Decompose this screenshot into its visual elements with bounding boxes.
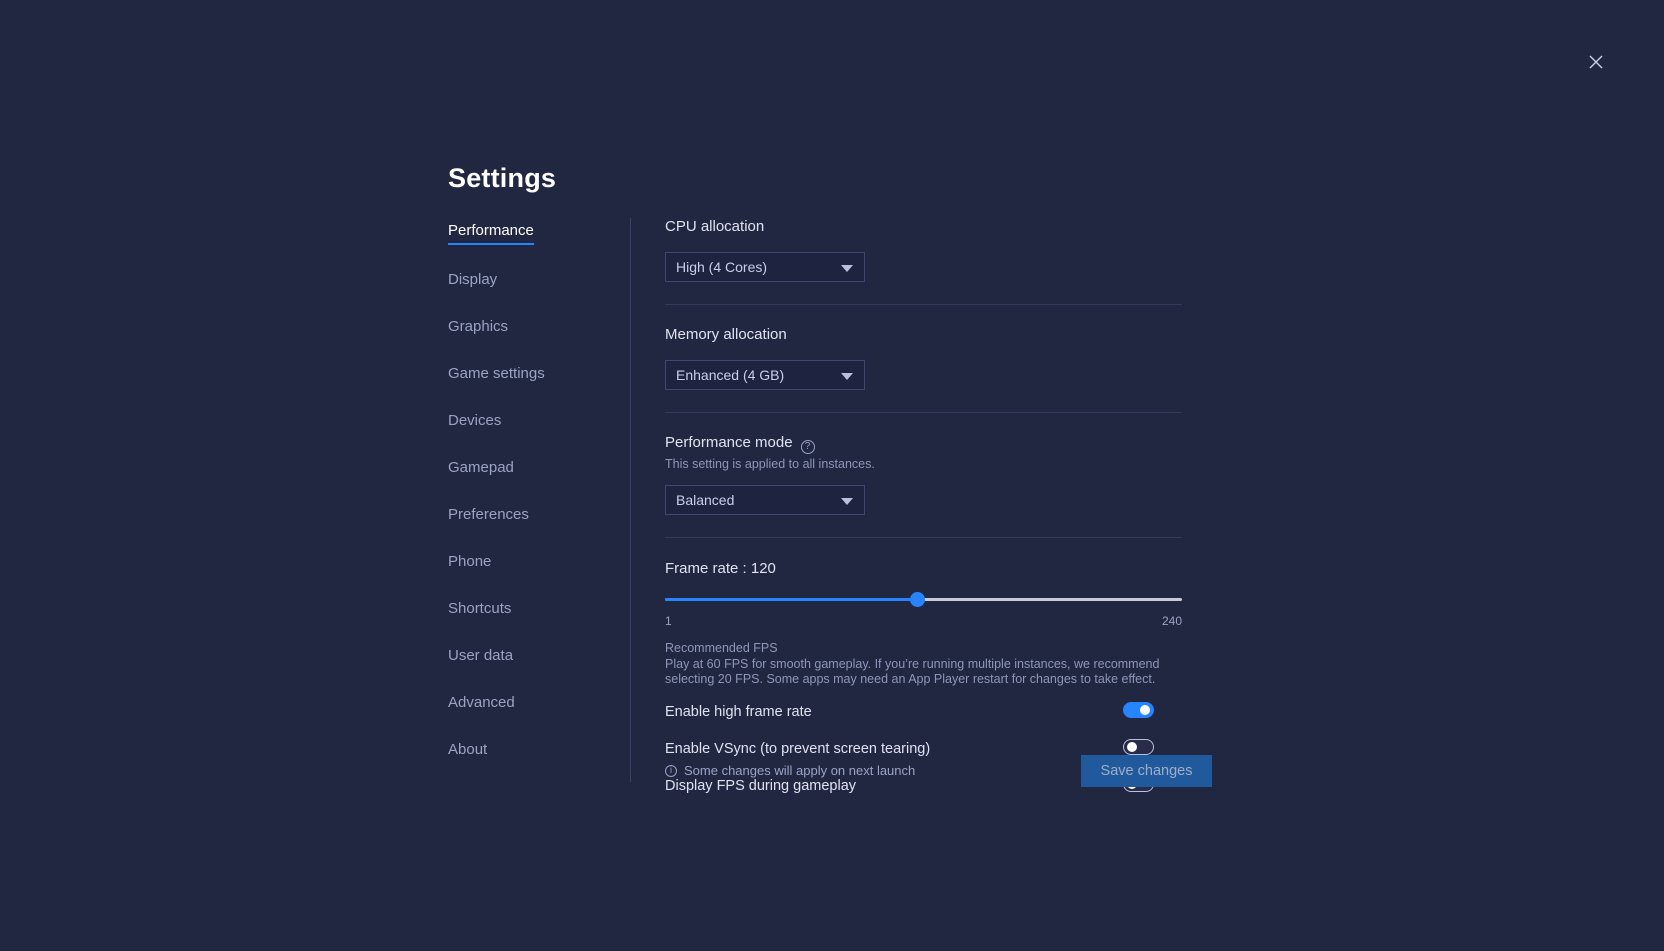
chevron-down-icon xyxy=(841,498,853,505)
settings-footer: i Some changes will apply on next launch… xyxy=(665,755,1212,787)
toggle-label-high-frame-rate: Enable high frame rate xyxy=(665,704,812,720)
slider-thumb[interactable] xyxy=(910,592,925,607)
toggle-high-frame-rate[interactable] xyxy=(1123,702,1154,718)
toggle-knob xyxy=(1140,705,1150,715)
chevron-down-icon xyxy=(841,265,853,272)
performance-mode-sublabel: This setting is applied to all instances… xyxy=(665,456,1182,472)
sidebar-item-advanced[interactable]: Advanced xyxy=(448,695,515,715)
frame-rate-slider[interactable] xyxy=(665,592,1182,606)
sidebar-item-graphics[interactable]: Graphics xyxy=(448,319,508,339)
section-divider xyxy=(665,304,1182,305)
page-title: Settings xyxy=(448,163,556,194)
sidebar-item-devices[interactable]: Devices xyxy=(448,413,501,433)
sidebar-item-preferences[interactable]: Preferences xyxy=(448,507,529,527)
performance-mode-label-text: Performance mode xyxy=(665,434,793,451)
sidebar-item-shortcuts[interactable]: Shortcuts xyxy=(448,601,511,621)
toggle-row-high-frame-rate: Enable high frame rate xyxy=(665,699,1182,725)
cpu-allocation-value: High (4 Cores) xyxy=(676,260,767,274)
sidebar-item-display[interactable]: Display xyxy=(448,272,497,292)
help-circle-icon[interactable]: ? xyxy=(801,440,815,454)
sidebar-item-performance[interactable]: Performance xyxy=(448,223,534,245)
sidebar-divider xyxy=(630,218,631,782)
close-icon[interactable] xyxy=(1584,50,1608,74)
recommended-fps-body: Play at 60 FPS for smooth gameplay. If y… xyxy=(665,657,1170,687)
section-divider xyxy=(665,412,1182,413)
next-launch-note-text: Some changes will apply on next launch xyxy=(684,763,915,778)
memory-allocation-select[interactable]: Enhanced (4 GB) xyxy=(665,360,865,390)
memory-allocation-label: Memory allocation xyxy=(665,326,1182,344)
performance-mode-value: Balanced xyxy=(676,493,734,507)
slider-range-labels: 1 240 xyxy=(665,614,1182,628)
toggle-knob xyxy=(1127,742,1137,752)
sidebar-item-gamepad[interactable]: Gamepad xyxy=(448,460,514,480)
sidebar-item-user-data[interactable]: User data xyxy=(448,648,513,668)
slider-max-label: 240 xyxy=(1162,614,1182,628)
slider-min-label: 1 xyxy=(665,614,672,628)
performance-mode-label: Performance mode? xyxy=(665,434,1182,452)
recommended-fps-title: Recommended FPS xyxy=(665,640,1182,656)
chevron-down-icon xyxy=(841,373,853,380)
save-changes-button[interactable]: Save changes xyxy=(1081,755,1212,787)
cpu-allocation-select[interactable]: High (4 Cores) xyxy=(665,252,865,282)
settings-content: CPU allocation High (4 Cores) Memory all… xyxy=(665,218,1182,799)
performance-mode-select[interactable]: Balanced xyxy=(665,485,865,515)
sidebar-item-game-settings[interactable]: Game settings xyxy=(448,366,545,386)
next-launch-note: i Some changes will apply on next launch xyxy=(665,763,915,778)
toggle-vsync[interactable] xyxy=(1123,739,1154,755)
cpu-allocation-label: CPU allocation xyxy=(665,218,1182,236)
cpu-allocation-section: CPU allocation High (4 Cores) xyxy=(665,218,1182,305)
settings-sidebar: Performance Display Graphics Game settin… xyxy=(448,222,598,788)
slider-fill xyxy=(665,598,917,601)
sidebar-item-about[interactable]: About xyxy=(448,742,487,762)
memory-allocation-value: Enhanced (4 GB) xyxy=(676,368,784,382)
settings-window: Settings Performance Display Graphics Ga… xyxy=(0,0,1664,951)
sidebar-item-phone[interactable]: Phone xyxy=(448,554,491,574)
performance-mode-section: Performance mode? This setting is applie… xyxy=(665,434,1182,538)
frame-rate-label: Frame rate : 120 xyxy=(665,560,1182,578)
memory-allocation-section: Memory allocation Enhanced (4 GB) xyxy=(665,326,1182,413)
section-divider xyxy=(665,537,1182,538)
info-circle-icon: i xyxy=(665,765,677,777)
